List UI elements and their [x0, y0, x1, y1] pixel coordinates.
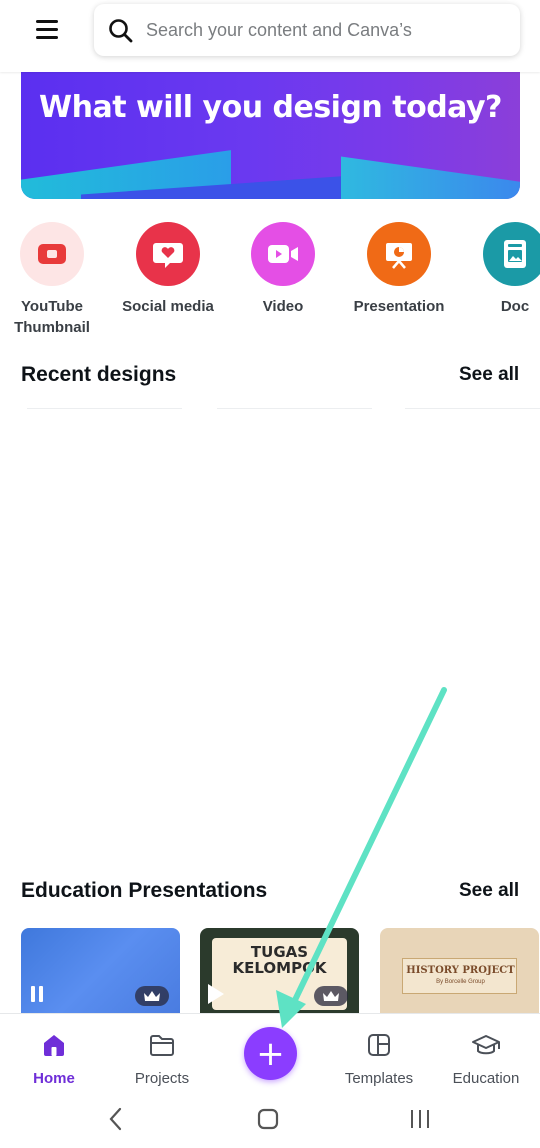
home-icon — [0, 1032, 108, 1058]
plus-icon: + — [256, 1033, 285, 1074]
recent-design-thumbnail[interactable] — [217, 408, 372, 410]
search-input[interactable] — [146, 4, 506, 56]
design-type-video[interactable]: Video — [228, 222, 338, 317]
nav-education[interactable]: Education — [432, 1032, 540, 1087]
design-type-youtube-thumbnail[interactable]: YouTube Thumbnail — [0, 222, 107, 338]
design-type-label: YouTube Thumbnail — [14, 298, 90, 336]
card-subtitle-text: By Borcelle Group — [436, 979, 485, 985]
folder-icon — [108, 1032, 216, 1058]
heart-chat-icon — [136, 222, 200, 286]
design-type-doc[interactable]: Doc — [460, 222, 540, 317]
search-icon — [109, 19, 133, 43]
menu-icon[interactable] — [36, 20, 58, 40]
bottom-navigation: Home Projects + Templates Education — [0, 1013, 540, 1093]
design-type-social-media[interactable]: Social media — [113, 222, 223, 317]
template-card-history-project[interactable]: HISTORY PROJECT By Borcelle Group — [380, 928, 539, 1013]
recent-apps-icon[interactable] — [408, 1107, 432, 1136]
template-card-tugas-kelompok[interactable]: TUGAS KELOMPOK — [200, 928, 359, 1013]
hero-banner: What will you design today? — [21, 72, 520, 199]
top-bar — [0, 0, 540, 72]
design-type-label: Video — [262, 298, 304, 315]
search-bar[interactable] — [94, 4, 520, 56]
education-presentations-title: Education Presentations — [21, 879, 268, 902]
doc-icon — [483, 222, 540, 286]
nav-home-label: Home — [33, 1070, 75, 1087]
recent-designs-title: Recent designs — [21, 363, 177, 386]
design-type-label: Social media — [122, 298, 214, 315]
design-type-presentation[interactable]: Presentation — [344, 222, 454, 317]
design-type-row: YouTube Thumbnail Social media Video Pre… — [0, 222, 540, 342]
crown-icon — [314, 986, 348, 1006]
templates-icon — [325, 1032, 433, 1058]
card-title-text: HISTORY PROJECT — [406, 965, 515, 976]
card-title-text: TUGAS KELOMPOK — [232, 943, 327, 977]
nav-home[interactable]: Home — [0, 1032, 108, 1087]
nav-templates[interactable]: Templates — [325, 1032, 433, 1087]
recent-designs-list — [21, 408, 540, 848]
crown-icon — [135, 986, 169, 1006]
home-button-icon[interactable] — [257, 1107, 279, 1136]
graduation-cap-icon — [432, 1032, 540, 1058]
recent-see-all-button[interactable]: See all — [459, 364, 519, 386]
play-icon — [208, 984, 224, 1004]
nav-education-label: Education — [452, 1070, 520, 1087]
create-design-button[interactable]: + — [244, 1027, 297, 1080]
design-type-label: Doc — [500, 298, 530, 315]
video-camera-icon — [251, 222, 315, 286]
back-icon[interactable] — [108, 1107, 124, 1136]
education-see-all-button[interactable]: See all — [459, 880, 519, 902]
pause-icon[interactable] — [31, 986, 45, 1002]
nav-projects-label: Projects — [134, 1070, 190, 1087]
system-navigation-bar — [0, 1093, 540, 1148]
design-type-label: Presentation — [353, 298, 445, 315]
hero-title: What will you design today? — [39, 90, 502, 125]
presentation-icon — [367, 222, 431, 286]
template-card-blue[interactable] — [21, 928, 180, 1013]
nav-projects[interactable]: Projects — [108, 1032, 216, 1087]
nav-templates-label: Templates — [344, 1070, 414, 1087]
recent-design-thumbnail[interactable] — [27, 408, 182, 410]
recent-design-thumbnail[interactable] — [405, 408, 540, 410]
youtube-icon — [20, 222, 84, 286]
